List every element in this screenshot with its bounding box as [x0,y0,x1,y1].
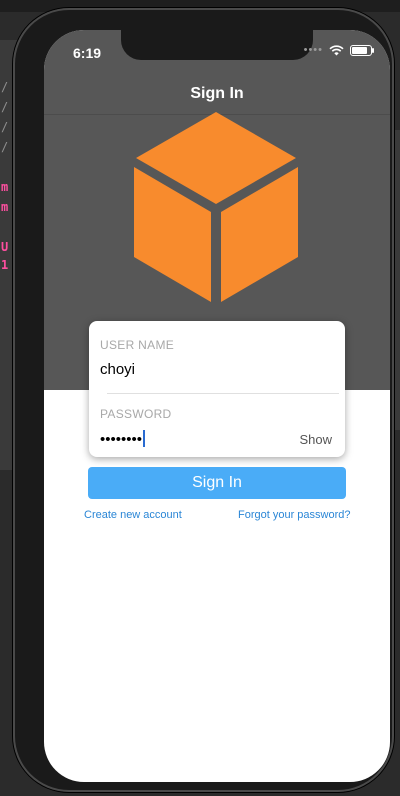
editor-glyph: U [1,240,9,254]
app-screen: 6:19 •••• Sign In USER NAME choyi PASSWO… [44,30,390,782]
field-divider [107,393,339,394]
battery-fill [352,46,368,54]
wifi-icon [329,44,344,55]
device-notch [121,30,313,60]
cube-icon [134,112,298,302]
status-time: 6:19 [73,45,102,61]
text-caret [143,430,146,447]
editor-glyph: 1 [1,258,9,272]
password-label: PASSWORD [100,407,172,421]
device-frame: 6:19 •••• Sign In USER NAME choyi PASSWO… [13,8,394,792]
forgot-password-link[interactable]: Forgot your password? [238,509,351,521]
editor-glyph: m [1,200,9,214]
battery-icon [350,44,374,56]
password-field[interactable]: •••••••• [100,430,146,448]
editor-glyph: / [1,100,9,114]
username-field[interactable]: choyi [100,361,135,378]
show-password-button[interactable]: Show [299,432,332,447]
editor-glyph: m [1,180,9,194]
status-icons: •••• [303,44,374,56]
create-account-link[interactable]: Create new account [84,509,182,521]
signal-icon: •••• [303,44,323,56]
editor-glyph: / [1,80,9,94]
username-label: USER NAME [100,338,175,352]
editor-glyph: / [1,120,9,134]
login-card: USER NAME choyi PASSWORD •••••••• Show [89,321,345,457]
sign-in-button[interactable]: Sign In [88,467,346,499]
editor-glyph: / [1,140,9,154]
page-title: Sign In [190,85,244,102]
password-dots: •••••••• [100,431,143,448]
